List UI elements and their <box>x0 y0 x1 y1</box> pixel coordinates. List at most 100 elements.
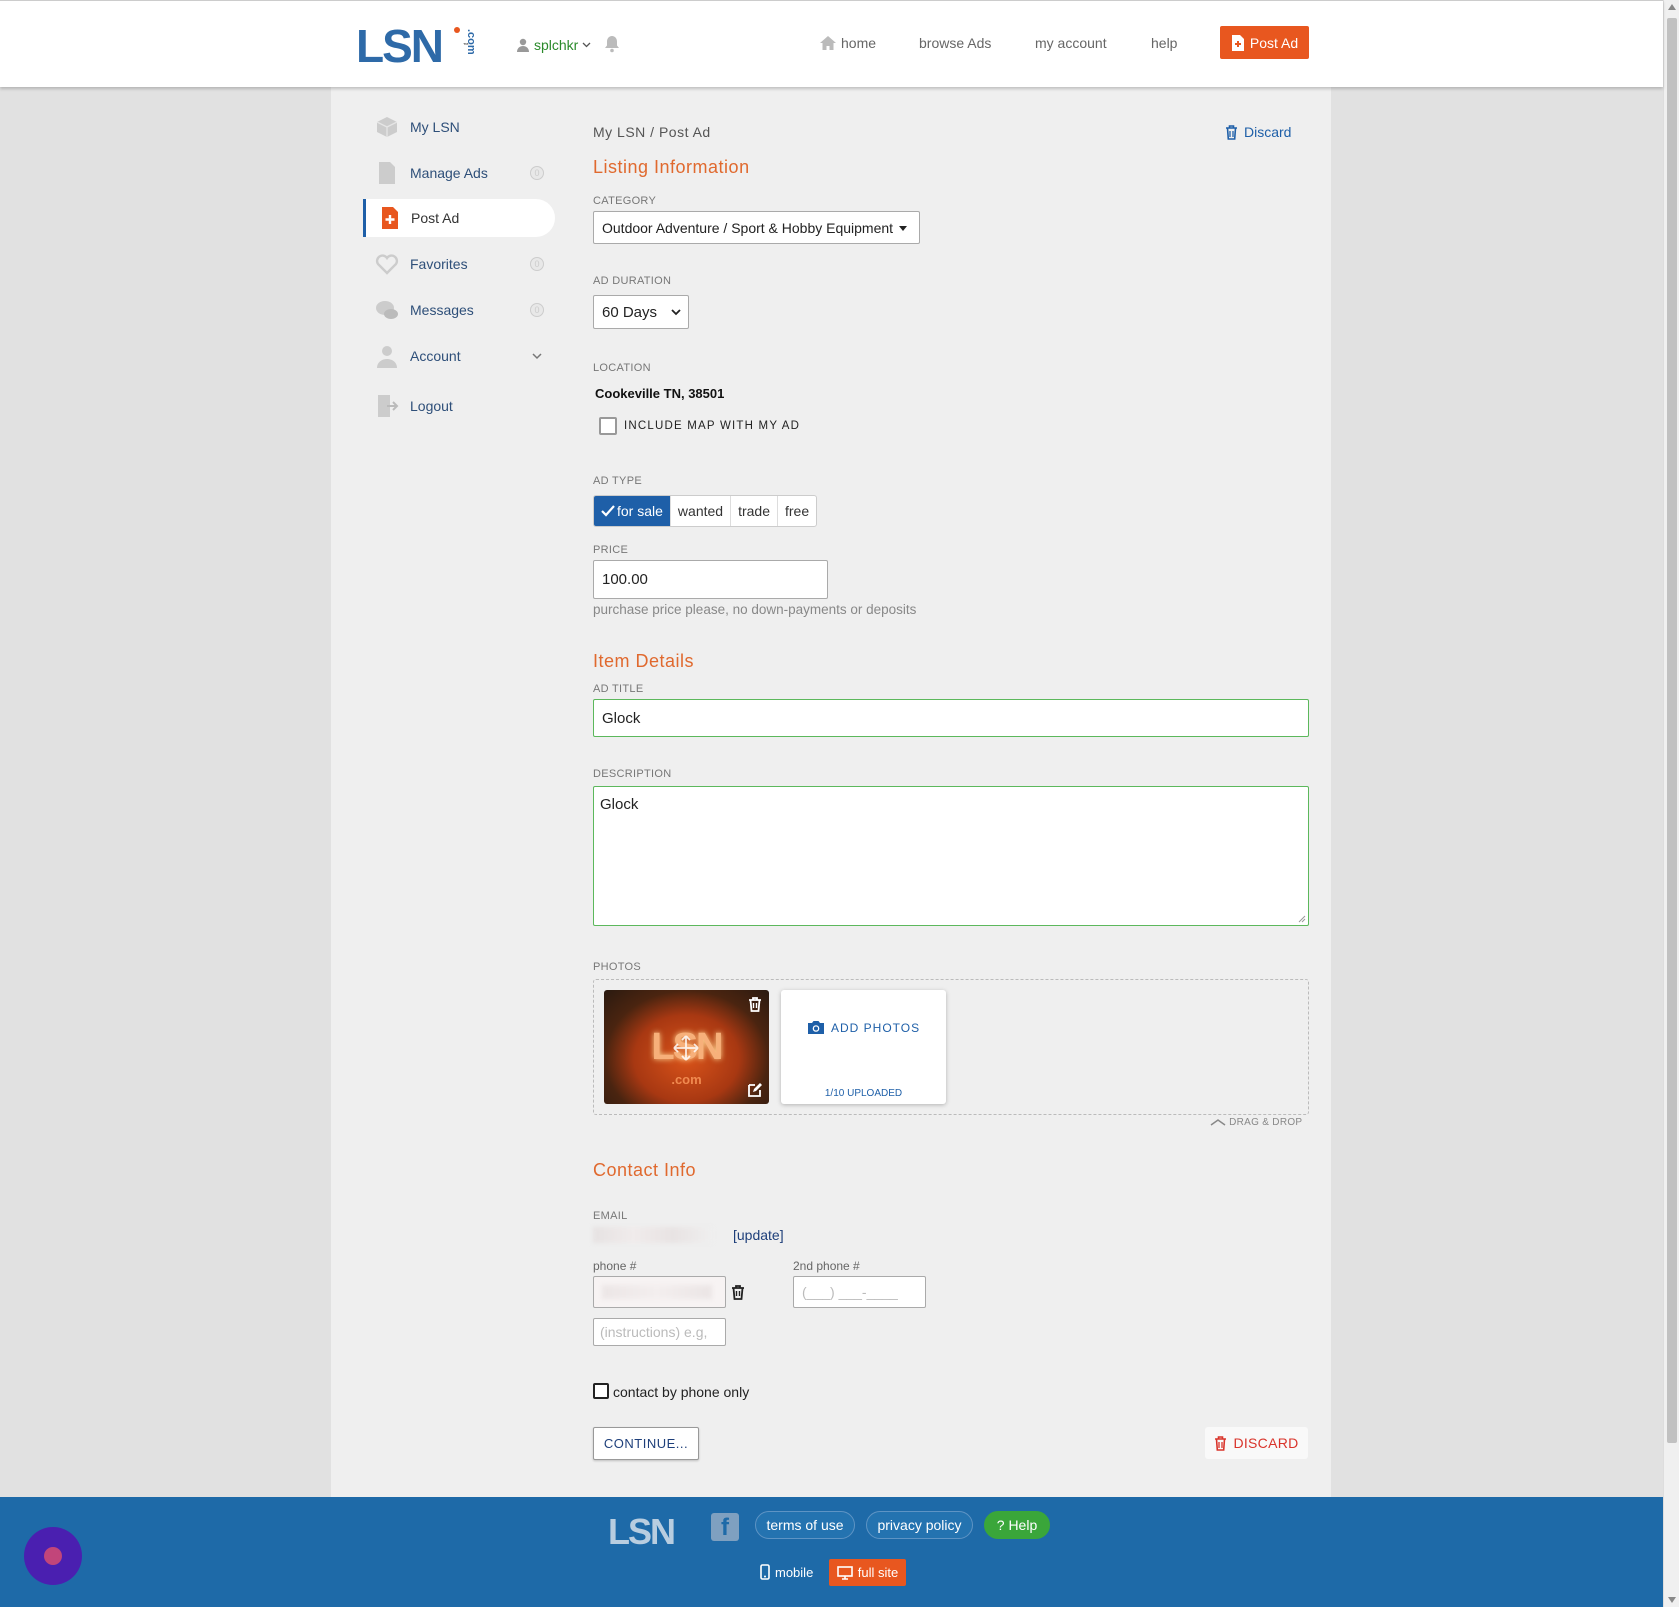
user-icon <box>377 346 397 368</box>
description-label: DESCRIPTION <box>593 768 672 780</box>
ad-type-toggle-group: for sale wanted trade free <box>593 495 818 527</box>
breadcrumb: My LSN / Post Ad <box>593 124 711 140</box>
sidebar-item-post-ad[interactable]: Post Ad <box>363 199 555 237</box>
sidebar-item-manage-ads[interactable]: Manage Ads 0 <box>365 154 555 192</box>
camera-icon <box>808 1021 824 1034</box>
check-icon <box>601 505 615 517</box>
scroll-up-arrow-icon[interactable] <box>1668 4 1676 10</box>
ad-duration-label: AD DURATION <box>593 275 672 287</box>
trash-icon <box>1226 124 1237 140</box>
footer: LSN f terms of use privacy policy ? Help… <box>0 1497 1663 1607</box>
nav-my-account[interactable]: my account <box>1035 35 1107 51</box>
photos-dropzone[interactable]: LSN .com ADD PHOTOS 1/10 UPLOADED <box>593 979 1309 1115</box>
trash-icon[interactable] <box>747 996 763 1012</box>
phone-instructions-input[interactable]: (instructions) e.g, <box>593 1318 726 1346</box>
resize-handle-icon[interactable] <box>1298 915 1306 923</box>
full-site-link[interactable]: full site <box>829 1559 906 1586</box>
location-label: LOCATION <box>593 362 651 374</box>
chat-bubbles-icon <box>376 301 398 319</box>
mobile-phone-icon <box>760 1564 770 1580</box>
user-icon <box>517 38 529 52</box>
document-icon <box>379 162 395 184</box>
lsn-logo[interactable]: LSN .com ™ <box>356 23 477 69</box>
include-map-checkbox[interactable] <box>599 417 617 435</box>
favorites-count: 0 <box>530 257 544 271</box>
ad-type-free[interactable]: free <box>778 496 816 526</box>
logout-icon <box>378 395 399 417</box>
scroll-down-arrow-icon[interactable] <box>1668 1597 1676 1603</box>
phone-value-redacted <box>602 1285 712 1299</box>
heart-icon <box>375 254 399 275</box>
footer-logo[interactable]: LSN <box>608 1511 676 1553</box>
second-phone-input[interactable]: (___) ___-____ <box>793 1276 926 1308</box>
logo-suffix: .com <box>465 29 477 55</box>
email-value-redacted <box>593 1227 713 1243</box>
ad-type-for-sale[interactable]: for sale <box>594 496 671 526</box>
bell-icon[interactable] <box>604 35 620 53</box>
post-ad-icon <box>382 207 398 229</box>
item-details-heading: Item Details <box>593 651 695 671</box>
sidebar-item-favorites[interactable]: Favorites 0 <box>365 245 555 283</box>
phone-input[interactable] <box>593 1276 726 1308</box>
category-select[interactable]: Outdoor Adventure / Sport & Hobby Equipm… <box>593 211 920 244</box>
edit-icon[interactable] <box>747 1082 763 1098</box>
upload-count: 1/10 UPLOADED <box>824 1088 903 1099</box>
photo-thumbnail[interactable]: LSN .com <box>604 990 769 1104</box>
second-phone-label: 2nd phone # <box>793 1259 860 1273</box>
chevron-up-icon <box>1210 1119 1226 1126</box>
sidebar-item-messages[interactable]: Messages 0 <box>365 291 555 329</box>
discard-button[interactable]: DISCARD <box>1205 1427 1308 1459</box>
chat-bubble-icon <box>44 1547 62 1565</box>
vertical-scrollbar[interactable] <box>1663 0 1679 1607</box>
mobile-site-link[interactable]: mobile <box>760 1564 813 1580</box>
update-email-link[interactable]: [update] <box>733 1227 784 1243</box>
user-menu[interactable]: splchkr <box>516 37 591 53</box>
nav-home[interactable]: home <box>819 35 876 51</box>
sidebar-item-account[interactable]: Account <box>365 337 555 375</box>
listing-information-heading: Listing Information <box>593 157 750 177</box>
contact-info-heading: Contact Info <box>593 1160 697 1180</box>
manage-ads-count: 0 <box>530 166 544 180</box>
top-navbar: LSN .com ™ splchkr home browse Ads my ac… <box>0 0 1663 87</box>
desktop-monitor-icon <box>836 1565 853 1580</box>
scrollbar-thumb[interactable] <box>1667 18 1677 1443</box>
username: splchkr <box>534 37 579 53</box>
price-hint: purchase price please, no down-payments … <box>593 602 917 617</box>
chevron-down-icon <box>582 42 591 48</box>
messages-count: 0 <box>530 303 544 317</box>
chevron-down-icon <box>532 352 542 359</box>
sidebar-item-my-lsn[interactable]: My LSN <box>365 108 555 146</box>
ad-duration-select[interactable]: 60 Days <box>593 295 689 329</box>
box-icon <box>376 117 398 137</box>
location-value: Cookeville TN, 38501 <box>595 386 725 401</box>
trash-icon[interactable] <box>731 1284 745 1300</box>
ad-title-label: AD TITLE <box>593 683 644 695</box>
continue-button[interactable]: CONTINUE... <box>593 1427 699 1460</box>
ad-title-input[interactable]: Glock <box>593 699 1309 737</box>
move-icon[interactable] <box>672 1034 700 1062</box>
chat-widget-button[interactable] <box>24 1527 82 1585</box>
help-button[interactable]: ? Help <box>984 1511 1050 1539</box>
discard-top-button[interactable]: Discard <box>1225 124 1291 140</box>
photos-label: PHOTOS <box>593 961 642 973</box>
description-textarea[interactable]: Glock <box>593 786 1309 926</box>
post-ad-button[interactable]: Post Ad <box>1220 26 1309 59</box>
ad-type-trade[interactable]: trade <box>731 496 778 526</box>
contact-by-phone-only-checkbox[interactable] <box>593 1383 609 1399</box>
nav-help[interactable]: help <box>1151 35 1177 51</box>
add-photos-button[interactable]: ADD PHOTOS 1/10 UPLOADED <box>781 990 946 1104</box>
terms-of-use-link[interactable]: terms of use <box>755 1511 855 1539</box>
privacy-policy-link[interactable]: privacy policy <box>866 1511 973 1539</box>
home-icon <box>820 36 836 50</box>
sidebar-item-logout[interactable]: Logout <box>365 387 555 425</box>
phone-label: phone # <box>593 1259 637 1273</box>
trash-icon <box>1215 1435 1227 1451</box>
price-label: PRICE <box>593 544 629 556</box>
facebook-icon[interactable]: f <box>711 1513 739 1541</box>
email-label: EMAIL <box>593 1210 628 1222</box>
ad-type-wanted[interactable]: wanted <box>671 496 732 526</box>
contact-by-phone-only-label: contact by phone only <box>613 1384 750 1400</box>
include-map-label: INCLUDE MAP WITH MY AD <box>624 420 801 432</box>
price-input[interactable]: 100.00 <box>593 560 828 599</box>
nav-browse-ads[interactable]: browse Ads <box>919 35 991 51</box>
